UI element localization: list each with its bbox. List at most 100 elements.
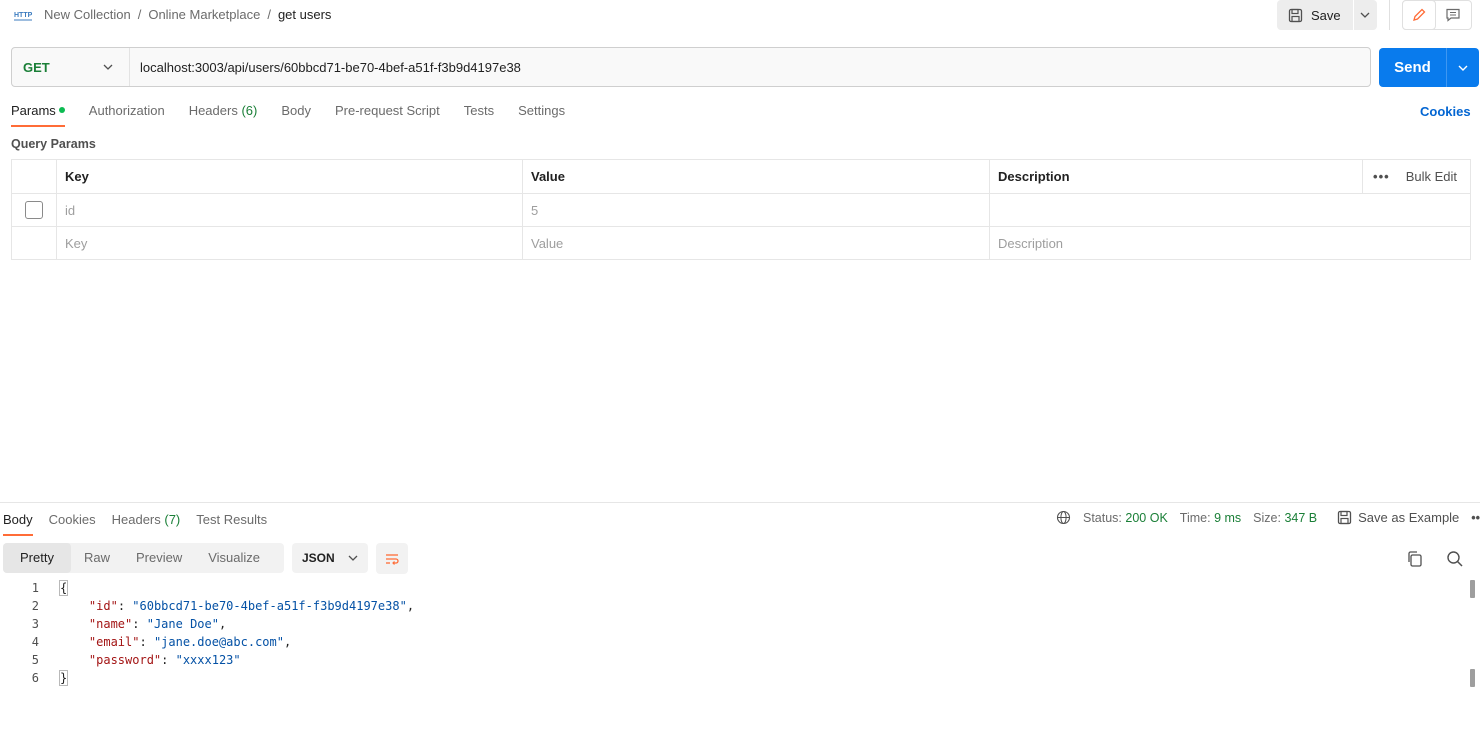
table-row: id 5 [11,193,1471,227]
wrap-lines-button[interactable] [376,543,408,574]
code-text: { [39,579,69,597]
top-bar: HTTP New Collection / Online Marketplace… [0,0,1480,34]
param-enabled-checkbox[interactable] [25,201,43,219]
copy-icon[interactable] [1405,549,1425,569]
param-value-cell[interactable]: 5 [522,193,990,227]
params-active-dot [58,107,65,113]
response-meta: Status: 200 OK Time: 9 ms Size: 347 B Sa… [1056,510,1480,525]
header-checkbox-cell [11,159,57,194]
time-value: 9 ms [1214,510,1242,525]
tab-headers[interactable]: Headers (6) [189,101,258,127]
send-button-group: Send [1379,48,1479,87]
search-icon[interactable] [1445,549,1465,569]
globe-icon[interactable] [1056,510,1071,525]
code-line: 2 "id": "60bbcd71-be70-4bef-a51f-f3b9d41… [0,597,1466,615]
size-value: 347 B [1284,510,1318,525]
save-icon [1337,510,1352,525]
request-name[interactable]: get users [278,7,331,22]
scrollbar-marker[interactable] [1470,669,1475,687]
response-divider[interactable] [0,502,1480,503]
edit-mode-button[interactable] [1402,0,1436,30]
new-value-input[interactable]: Value [522,226,990,260]
param-key-cell[interactable]: id [56,193,523,227]
chevron-down-icon [1360,12,1370,18]
response-tab-cookies[interactable]: Cookies [49,510,96,536]
url-input[interactable] [130,48,1370,86]
json-key: "id" [88,599,118,613]
tab-tests[interactable]: Tests [464,101,494,127]
breadcrumb-separator: / [267,7,271,22]
divider [1362,160,1364,193]
response-body-editor[interactable]: 1 { 2 "id": "60bbcd71-be70-4bef-a51f-f3b… [0,579,1466,687]
breadcrumb-folder[interactable]: Online Marketplace [148,7,260,22]
json-comma: , [406,599,415,613]
new-key-input[interactable]: Key [56,226,523,260]
format-select[interactable]: JSON [292,543,368,573]
comments-button[interactable] [1436,1,1470,29]
json-open-brace: { [58,580,69,596]
save-label: Save [1311,7,1341,23]
side-panel-toggle [1402,0,1472,30]
line-number: 1 [31,581,39,595]
svg-text:HTTP: HTTP [14,12,33,19]
tab-authorization[interactable]: Authorization [89,101,165,127]
size[interactable]: Size: 347 B [1253,511,1317,525]
response-tabs: Body Cookies Headers (7) Test Results [3,510,267,536]
response-headers-count: (7) [164,512,181,527]
query-params-title: Query Params [11,137,96,151]
more-options-icon[interactable]: ••• [1373,169,1390,184]
pencil-icon [1413,8,1426,21]
breadcrumb-collection[interactable]: New Collection [44,7,131,22]
response-view-selector: Pretty Raw Preview Visualize [3,543,284,573]
response-tab-test-results[interactable]: Test Results [196,510,267,536]
cookies-link[interactable]: Cookies [1420,104,1471,119]
json-value: "60bbcd71-be70-4bef-a51f-f3b9d4197e38" [132,599,407,613]
bulk-edit-button[interactable]: Bulk Edit [1406,169,1457,184]
http-request-icon: HTTP [14,12,33,21]
save-icon [1288,8,1303,22]
json-close-brace: } [58,670,69,686]
line-number: 4 [31,635,39,649]
response-tab-body[interactable]: Body [3,510,33,536]
response-more-options-icon[interactable]: ••• [1471,511,1480,525]
tab-params[interactable]: Params [11,101,65,127]
method-select[interactable]: GET [12,48,130,86]
column-value: Value [522,159,990,194]
size-label: Size: [1253,510,1281,525]
response-tab-headers[interactable]: Headers (7) [112,510,181,536]
format-label: JSON [302,551,335,565]
save-as-example-label: Save as Example [1358,510,1460,525]
tab-headers-label: Headers [188,103,238,118]
new-row-checkbox-cell [11,226,57,260]
method-label: GET [23,59,50,75]
param-description-cell[interactable] [989,193,1471,227]
request-bar: GET [11,47,1371,87]
table-row-new: Key Value Description [11,226,1471,260]
line-number: 5 [31,653,39,667]
column-key: Key [56,159,523,194]
view-pretty[interactable]: Pretty [3,543,71,573]
table-header-row: Key Value Description ••• Bulk Edit [11,159,1471,194]
code-line: 4 "email": "jane.doe@abc.com", [0,633,1466,651]
tab-prerequest-script[interactable]: Pre-request Script [335,101,440,127]
chevron-down-icon [348,555,358,561]
status-label: Status: [1083,510,1122,525]
time[interactable]: Time: 9 ms [1180,511,1241,525]
code-text: "password": "xxxx123" [88,653,241,667]
column-description: Description ••• Bulk Edit [989,159,1471,194]
new-description-input[interactable]: Description [989,226,1471,260]
save-as-example-button[interactable]: Save as Example [1337,510,1459,525]
send-options-button[interactable] [1446,48,1479,87]
save-options-button[interactable] [1352,0,1377,30]
view-visualize[interactable]: Visualize [195,543,273,573]
scrollbar-marker[interactable] [1470,580,1475,598]
tab-settings[interactable]: Settings [518,101,565,127]
view-raw[interactable]: Raw [71,543,123,573]
status[interactable]: Status: 200 OK [1083,511,1168,525]
tab-body[interactable]: Body [281,101,311,127]
send-button[interactable]: Send [1379,48,1446,87]
save-button[interactable]: Save [1277,0,1353,30]
view-preview[interactable]: Preview [123,543,195,573]
code-line: 1 { [0,579,1466,597]
code-line: 6 } [0,669,1466,687]
